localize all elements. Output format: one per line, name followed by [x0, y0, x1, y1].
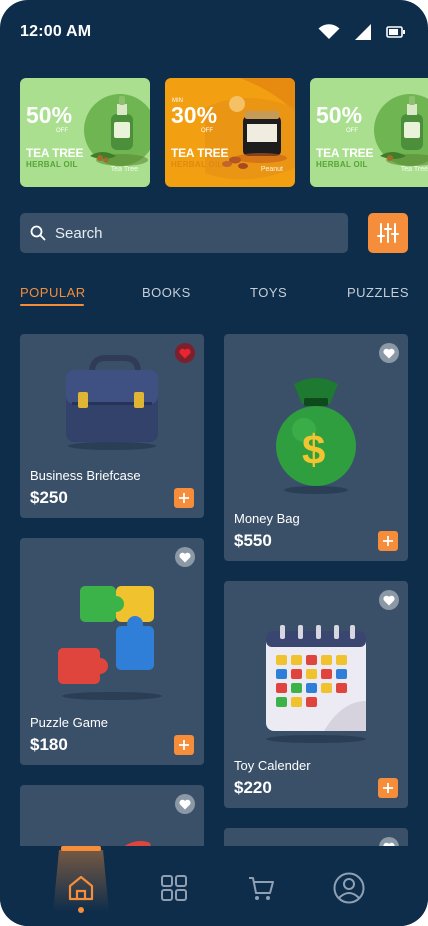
tab-toys[interactable]: TOYS: [250, 285, 287, 300]
status-bar: 12:00 AM: [20, 20, 406, 44]
heart-icon: [383, 595, 395, 605]
nav-categories[interactable]: [158, 872, 190, 904]
cart-icon: [249, 877, 274, 900]
tab-popular[interactable]: POPULAR: [20, 285, 86, 306]
sliders-icon: [377, 223, 399, 243]
puzzle-illustration: [58, 586, 162, 700]
product-card-briefcase[interactable]: Business Briefcase $250: [20, 334, 204, 518]
product-name: Puzzle Game: [30, 715, 109, 730]
plus-icon: [383, 536, 393, 546]
status-icons: [318, 23, 406, 41]
favorite-button[interactable]: [175, 547, 195, 567]
add-to-cart-button[interactable]: [174, 735, 194, 755]
nav-cart[interactable]: [245, 872, 277, 904]
heart-icon: [179, 799, 191, 809]
battery-icon: [386, 26, 405, 38]
tab-books[interactable]: BOOKS: [142, 285, 191, 300]
search-icon: [30, 225, 46, 241]
banner-brand: Peanut: [260, 166, 283, 173]
product-name: Business Briefcase: [30, 468, 141, 483]
product-card-puzzle[interactable]: Puzzle Game $180: [20, 538, 204, 765]
filter-button[interactable]: [368, 213, 408, 253]
favorite-button[interactable]: [175, 343, 195, 363]
product-card-money-bag[interactable]: $ Money Bag $550: [224, 334, 408, 561]
calendar-illustration: [266, 625, 366, 743]
add-to-cart-button[interactable]: [378, 778, 398, 798]
favorite-button[interactable]: [379, 343, 399, 363]
banner-off-label: OFF: [346, 128, 358, 134]
svg-text:$: $: [302, 426, 325, 473]
product-price: $220: [234, 778, 272, 797]
nav-profile[interactable]: [333, 872, 365, 904]
bottom-nav: [0, 846, 428, 926]
banner-title: TEA TREE: [316, 146, 374, 160]
promo-banner-2[interactable]: MIN 30% OFF TEA TREE HERBAL OIL Peanut: [165, 78, 295, 187]
heart-icon: [179, 552, 191, 562]
banner-off-label: OFF: [201, 128, 213, 134]
product-price: $550: [234, 531, 272, 550]
search-placeholder: Search: [55, 224, 103, 242]
banner-brand: Tea Tree: [400, 166, 428, 173]
favorite-button[interactable]: [379, 590, 399, 610]
plus-icon: [179, 740, 189, 750]
app-screen: 12:00 AM 50% OFF TEA TREE HERBAL OIL Tea…: [0, 0, 428, 926]
grid-icon: [161, 875, 187, 901]
promo-banner-1[interactable]: 50% OFF TEA TREE HERBAL OIL Tea Tree: [20, 78, 150, 187]
banner-off-label: OFF: [56, 128, 68, 134]
product-name: Money Bag: [234, 511, 300, 526]
nav-home[interactable]: [65, 872, 97, 904]
banner-discount: 50%: [316, 102, 363, 128]
heart-icon: [383, 348, 395, 358]
banner-subtitle: HERBAL OIL: [316, 160, 368, 169]
banner-title: TEA TREE: [171, 146, 229, 160]
add-to-cart-button[interactable]: [174, 488, 194, 508]
product-name: Toy Calender: [234, 758, 311, 773]
search-input[interactable]: Search: [20, 213, 348, 253]
category-tabs: POPULAR BOOKS TOYS PUZZLES: [20, 285, 410, 307]
status-time: 12:00 AM: [20, 23, 92, 40]
banner-discount: 30%: [171, 102, 218, 128]
profile-icon: [333, 872, 365, 904]
heart-icon: [179, 348, 191, 358]
banner-title: TEA TREE: [26, 146, 84, 160]
banner-subtitle: HERBAL OIL: [26, 160, 78, 169]
active-dot: [78, 907, 84, 913]
money-bag-illustration: $: [276, 378, 356, 494]
promo-carousel[interactable]: 50% OFF TEA TREE HERBAL OIL Tea Tree MIN…: [20, 78, 428, 188]
tab-puzzles[interactable]: PUZZLES: [347, 285, 409, 300]
banner-brand: Tea Tree: [110, 166, 138, 173]
add-to-cart-button[interactable]: [378, 531, 398, 551]
banner-discount: 50%: [26, 102, 73, 128]
product-card-calendar[interactable]: Toy Calender $220: [224, 581, 408, 808]
product-price: $180: [30, 735, 68, 754]
promo-banner-3[interactable]: 50% OFF TEA TREE HERBAL OIL Tea Tree: [310, 78, 428, 187]
plus-icon: [383, 783, 393, 793]
wifi-icon: [318, 24, 340, 39]
banner-subtitle: HERBAL OIL: [171, 160, 223, 169]
home-icon: [68, 875, 94, 901]
signal-icon: [355, 24, 371, 40]
favorite-button[interactable]: [175, 794, 195, 814]
product-price: $250: [30, 488, 68, 507]
plus-icon: [179, 493, 189, 503]
